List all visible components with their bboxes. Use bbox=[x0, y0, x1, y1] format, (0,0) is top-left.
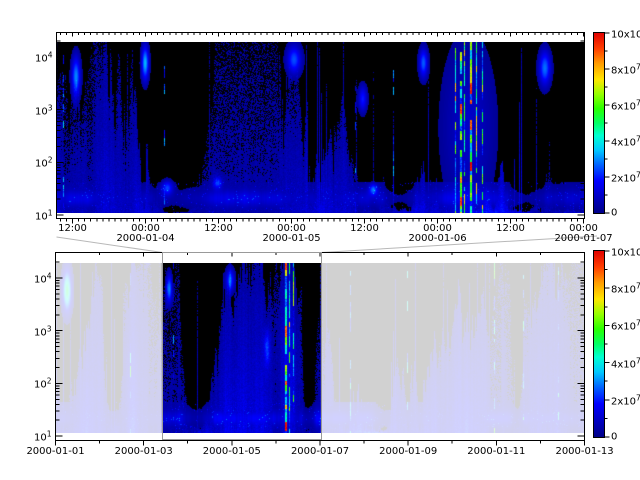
zoomed-x-tick-time: 12:00 bbox=[350, 223, 379, 234]
spectrogram-figure: 10410310210110410310210112:0000:002000-0… bbox=[0, 0, 640, 480]
overview-y-tick-label: 102 bbox=[34, 376, 52, 391]
overview-colorbar-tick-label: 10x107 bbox=[611, 243, 640, 258]
zoomed-x-tick-time: 00:00 bbox=[423, 223, 452, 234]
overview-colorbar-tick-label: 2x107 bbox=[611, 392, 640, 407]
colorbar-zoomed bbox=[594, 33, 605, 214]
zoomed-y-tick-label: 104 bbox=[35, 49, 53, 64]
zoomed-y-tick-label: 101 bbox=[35, 207, 53, 222]
zoomed-y-tick-label: 102 bbox=[35, 155, 53, 170]
zoomed-y-tick-label: 103 bbox=[35, 102, 53, 117]
zoomed-x-tick-time: 12:00 bbox=[204, 223, 233, 234]
overview-colorbar-tick-label: 6x107 bbox=[611, 318, 640, 333]
overview-colorbar-tick-label: 0 bbox=[611, 432, 617, 443]
zoomed-colorbar-tick-label: 10x107 bbox=[611, 25, 640, 40]
overview-y-tick-label: 104 bbox=[34, 270, 52, 285]
zoomed-x-tick-time: 00:00 bbox=[131, 223, 160, 234]
overview-y-tick-label: 103 bbox=[34, 323, 52, 338]
overview-x-tick-date: 2000-01-05 bbox=[203, 446, 261, 457]
zoomed-colorbar-tick-label: 8x107 bbox=[611, 61, 640, 76]
zoomed-x-tick-date: 2000-01-06 bbox=[408, 233, 466, 244]
zoomed-colorbar-tick-label: 2x107 bbox=[611, 169, 640, 184]
overview-y-tick-label: 101 bbox=[34, 428, 52, 443]
overview-colorbar-tick-label: 4x107 bbox=[611, 355, 640, 370]
zoomed-x-tick-date: 2000-01-05 bbox=[262, 233, 320, 244]
overview-x-tick-date: 2000-01-13 bbox=[555, 446, 613, 457]
overview-x-tick-date: 2000-01-07 bbox=[291, 446, 349, 457]
zoomed-colorbar-tick-label: 6x107 bbox=[611, 97, 640, 112]
overview-spectrogram-canvas[interactable] bbox=[55, 263, 584, 433]
overview-x-tick-date: 2000-01-09 bbox=[379, 446, 437, 457]
colorbar-overview bbox=[594, 251, 605, 438]
zoomed-colorbar-tick-label: 4x107 bbox=[611, 133, 640, 148]
overview-x-tick-date: 2000-01-01 bbox=[26, 446, 84, 457]
zoomed-x-tick-time: 00:00 bbox=[277, 223, 306, 234]
overview-colorbar-tick-label: 8x107 bbox=[611, 281, 640, 296]
zoomed-x-tick-date: 2000-01-04 bbox=[116, 233, 174, 244]
zoomed-x-tick-time: 12:00 bbox=[58, 223, 87, 234]
zoomed-x-tick-time: 00:00 bbox=[569, 223, 598, 234]
zoomed-x-tick-time: 12:00 bbox=[496, 223, 525, 234]
overview-x-tick-date: 2000-01-11 bbox=[467, 446, 525, 457]
zoomed-x-tick-date: 2000-01-07 bbox=[554, 233, 612, 244]
overview-x-tick-date: 2000-01-03 bbox=[115, 446, 173, 457]
zoomed-colorbar-tick-label: 0 bbox=[611, 208, 617, 219]
zoomed-spectrogram-canvas bbox=[56, 42, 584, 213]
